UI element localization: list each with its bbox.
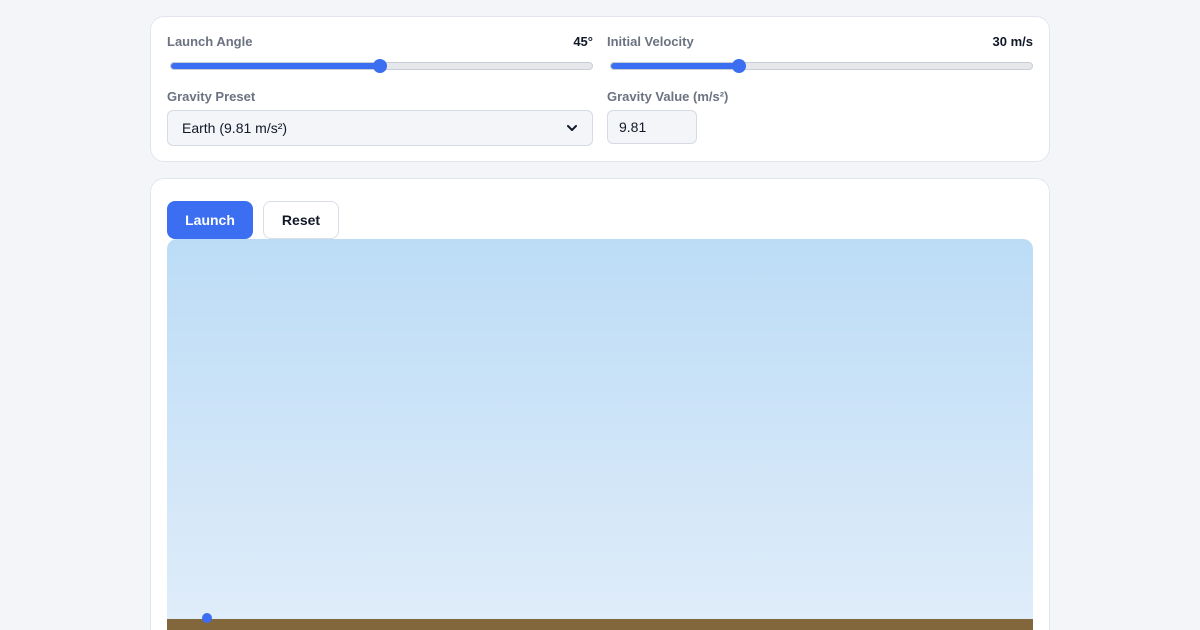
- controls-panel: Launch Angle 45° Initial Velocity 30 m/s…: [150, 16, 1050, 162]
- ground: [167, 619, 1033, 630]
- reset-button[interactable]: Reset: [263, 201, 339, 239]
- initial-velocity-label: Initial Velocity: [607, 34, 694, 49]
- launch-angle-slider[interactable]: [167, 58, 593, 74]
- initial-velocity-control: Initial Velocity 30 m/s: [607, 34, 1033, 74]
- slider-track: [610, 62, 1033, 70]
- simulation-canvas[interactable]: [167, 239, 1033, 630]
- simulation-panel: Launch Reset: [150, 178, 1050, 630]
- slider-fill: [171, 63, 382, 69]
- launch-angle-control: Launch Angle 45°: [167, 34, 593, 74]
- chevron-down-icon: [567, 125, 577, 131]
- projectile-ball: [202, 613, 212, 623]
- initial-velocity-value: 30 m/s: [992, 34, 1033, 49]
- gravity-value-label: Gravity Value (m/s²): [607, 89, 729, 104]
- slider-thumb[interactable]: [731, 59, 746, 73]
- gravity-preset-label: Gravity Preset: [167, 89, 256, 104]
- launch-angle-label: Launch Angle: [167, 34, 253, 49]
- slider-thumb[interactable]: [373, 59, 387, 73]
- launch-button[interactable]: Launch: [167, 201, 253, 239]
- gravity-preset-selected: Earth (9.81 m/s²): [182, 120, 288, 136]
- gravity-value-input[interactable]: 9.81: [607, 110, 697, 144]
- initial-velocity-slider[interactable]: [607, 58, 1033, 74]
- gravity-preset-select[interactable]: Earth (9.81 m/s²): [167, 110, 593, 146]
- slider-fill: [611, 63, 738, 69]
- launch-angle-value: 45°: [573, 34, 593, 49]
- gravity-value-text: 9.81: [619, 119, 647, 135]
